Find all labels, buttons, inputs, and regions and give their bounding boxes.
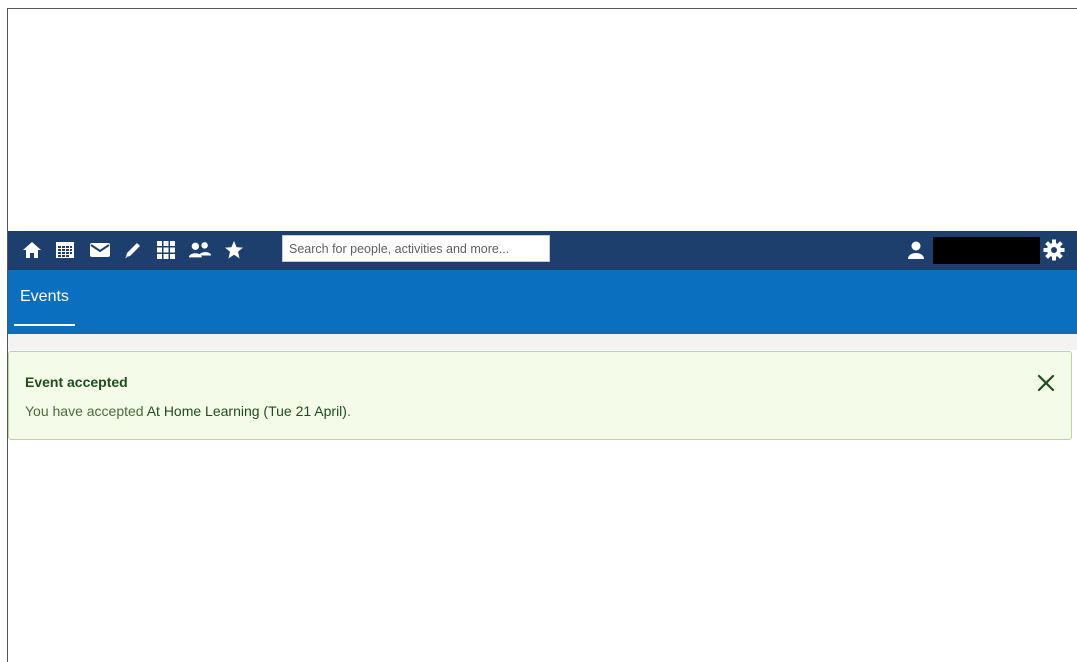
main-content: Event accepted You have accepted At Home… [8, 334, 1077, 662]
section-header-bar: Events [8, 270, 1077, 334]
grid-icon[interactable] [154, 238, 178, 262]
alert-message: You have accepted At Home Learning (Tue … [25, 403, 351, 419]
top-navigation-bar [8, 231, 1077, 270]
alert-message-suffix: . [346, 403, 351, 419]
search-input[interactable] [282, 235, 550, 262]
mail-icon[interactable] [88, 238, 112, 262]
success-alert: Event accepted You have accepted At Home… [8, 351, 1072, 440]
tab-events-label: Events [20, 288, 69, 305]
pencil-icon[interactable] [121, 238, 145, 262]
tab-events[interactable]: Events [14, 288, 75, 326]
alert-event-link[interactable]: At Home Learning (Tue 21 April) [147, 403, 347, 419]
star-icon[interactable] [222, 238, 246, 262]
user-icon[interactable] [904, 238, 928, 262]
content-strip [8, 334, 1077, 350]
alert-title: Event accepted [25, 374, 128, 390]
home-icon[interactable] [20, 238, 44, 262]
gear-icon[interactable] [1042, 238, 1066, 262]
username-redacted[interactable] [933, 237, 1040, 264]
calendar-icon[interactable] [53, 238, 77, 262]
alert-message-prefix: You have accepted [25, 403, 147, 419]
close-icon[interactable] [1035, 372, 1057, 394]
people-icon[interactable] [188, 238, 212, 262]
